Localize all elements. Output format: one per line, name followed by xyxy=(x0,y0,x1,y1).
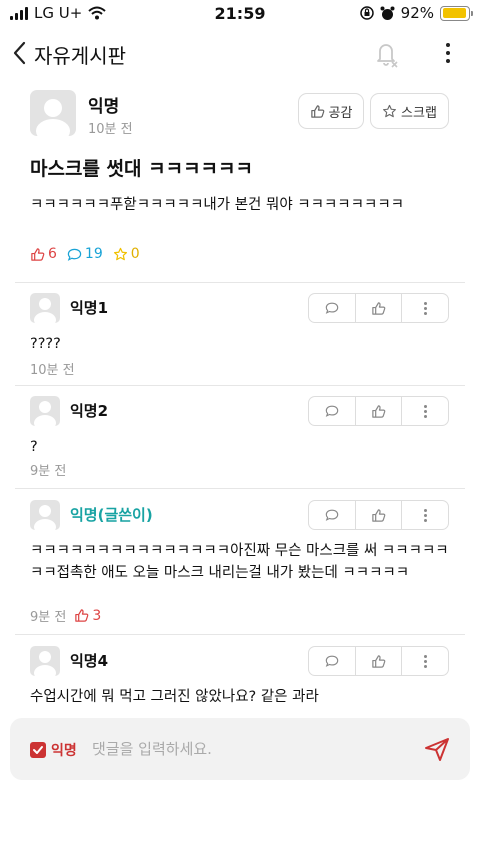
battery-icon xyxy=(440,5,473,21)
comment-actions xyxy=(308,646,449,676)
reply-button[interactable] xyxy=(309,397,356,425)
more-icon xyxy=(423,301,427,315)
empathy-label: 공감 xyxy=(328,105,353,121)
scrap-label: 스크랩 xyxy=(401,105,437,121)
post: 익명 10분 전 공감 스크랩 마스크를 썻대 ㅋㅋㅋㅋㅋㅋ ㅋㅋㅋㅋㅋㅋ푸핟ㅋ… xyxy=(30,90,450,262)
reply-icon xyxy=(325,405,339,417)
comment-time: 9분 전 xyxy=(30,464,67,479)
comment-text: 수업시간에 뭐 먹고 그러진 않았나요? 같은 과라 xyxy=(30,689,319,705)
star-icon xyxy=(113,247,127,260)
back-arrow-icon[interactable] xyxy=(6,38,36,68)
more-menu-icon[interactable] xyxy=(436,38,460,68)
more-icon xyxy=(423,404,427,418)
status-bar: LG U+ 21:59 92% xyxy=(0,0,480,30)
comment-more-button[interactable] xyxy=(402,294,448,322)
comment-author: 익명4 xyxy=(70,652,109,670)
comment-text: ? xyxy=(30,439,38,455)
comment-meta: 9분 전 xyxy=(30,460,66,479)
comment-actions xyxy=(308,500,449,530)
like-count: 6 xyxy=(30,246,57,262)
reply-icon xyxy=(325,655,339,667)
thumbs-up-icon xyxy=(372,508,386,522)
comment-like-button[interactable] xyxy=(356,647,403,675)
comment-meta: 9분 전 3 xyxy=(30,606,101,626)
like-count-value: 6 xyxy=(48,246,57,262)
comment-avatar xyxy=(30,293,60,323)
comment-count-value: 19 xyxy=(84,246,103,262)
comment-time: 10분 전 xyxy=(30,363,75,378)
comment-input-bar: 익명 xyxy=(10,718,470,780)
thumbs-up-icon xyxy=(372,301,386,315)
comment-count: 19 xyxy=(67,246,103,262)
comment-avatar xyxy=(30,396,60,426)
comment-actions xyxy=(308,396,449,426)
comment-author: 익명2 xyxy=(70,402,109,420)
comment-like-count: 3 xyxy=(74,608,101,624)
comment-avatar xyxy=(30,500,60,530)
board-title: 자유게시판 xyxy=(34,44,126,68)
checkbox-checked-icon xyxy=(30,742,46,758)
notification-off-icon[interactable] xyxy=(370,38,402,70)
comment-like-button[interactable] xyxy=(356,294,403,322)
comment-more-button[interactable] xyxy=(402,647,448,675)
comment-item: 익명2 ? 9분 전 xyxy=(30,396,460,486)
author-avatar xyxy=(30,90,76,136)
comment-input[interactable] xyxy=(92,734,412,764)
comment-text: ???? xyxy=(30,336,61,352)
scrap-button[interactable]: 스크랩 xyxy=(370,93,449,129)
comment-more-button[interactable] xyxy=(402,397,448,425)
orientation-lock-icon xyxy=(359,6,374,20)
anonymous-label: 익명 xyxy=(51,743,77,759)
comment-meta: 10분 전 xyxy=(30,359,75,378)
thumbs-up-icon xyxy=(310,104,324,118)
reply-button[interactable] xyxy=(309,294,356,322)
comment-text: ㅋㅋㅋㅋㅋㅋㅋㅋㅋㅋㅋㅋㅋㅋㅋ아진짜 무슨 마스크를 써 ㅋㅋㅋㅋㅋㅋㅋ접촉한 … xyxy=(30,543,449,581)
divider xyxy=(15,488,465,489)
more-icon xyxy=(423,654,427,668)
comment-icon xyxy=(67,248,82,261)
app-header: 자유게시판 xyxy=(0,30,480,76)
comment-time: 9분 전 xyxy=(30,610,67,625)
comment-like-button[interactable] xyxy=(356,501,403,529)
comment-item: 익명(글쓴이) ㅋㅋㅋㅋㅋㅋㅋㅋㅋㅋㅋㅋㅋㅋㅋ아진짜 무슨 마스크를 써 ㅋㅋㅋ… xyxy=(30,500,460,632)
comment-more-button[interactable] xyxy=(402,501,448,529)
comment-author: 익명1 xyxy=(70,299,109,317)
reply-button[interactable] xyxy=(309,501,356,529)
comment-like-button[interactable] xyxy=(356,397,403,425)
thumbs-up-icon xyxy=(372,654,386,668)
reply-icon xyxy=(325,509,339,521)
comment-avatar xyxy=(30,646,60,676)
comment-author: 익명(글쓴이) xyxy=(70,506,153,524)
alarm-icon xyxy=(380,6,395,20)
empathy-button[interactable]: 공감 xyxy=(298,93,364,129)
comment-item: 익명1 ???? 10분 전 xyxy=(30,293,460,383)
divider xyxy=(15,634,465,635)
post-body: ㅋㅋㅋㅋㅋㅋ푸핟ㅋㅋㅋㅋㅋ내가 본건 뭐야 ㅋㅋㅋㅋㅋㅋㅋㅋ xyxy=(30,197,405,213)
comment-like-value: 3 xyxy=(92,607,102,624)
anonymous-toggle[interactable]: 익명 xyxy=(30,740,77,760)
star-icon xyxy=(383,104,397,117)
reply-button[interactable] xyxy=(309,647,356,675)
comment-item: 익명4 수업시간에 뭐 먹고 그러진 않았나요? 같은 과라 xyxy=(30,646,460,716)
thumbs-up-icon xyxy=(31,247,45,261)
comment-actions xyxy=(308,293,449,323)
send-icon[interactable] xyxy=(422,734,452,764)
divider xyxy=(15,282,465,283)
reply-icon xyxy=(325,302,339,314)
post-author: 익명 xyxy=(88,97,120,117)
divider xyxy=(15,385,465,386)
battery-percent: 92% xyxy=(400,4,434,22)
post-title: 마스크를 썻대 ㅋㅋㅋㅋㅋㅋ xyxy=(30,158,253,180)
post-stats: 6 19 0 xyxy=(30,246,140,262)
scrap-count: 0 xyxy=(113,246,140,262)
thumbs-up-icon xyxy=(372,404,386,418)
thumbs-up-icon xyxy=(75,609,89,622)
post-time: 10분 전 xyxy=(88,122,133,137)
scrap-count-value: 0 xyxy=(130,246,140,262)
more-icon xyxy=(423,508,427,522)
